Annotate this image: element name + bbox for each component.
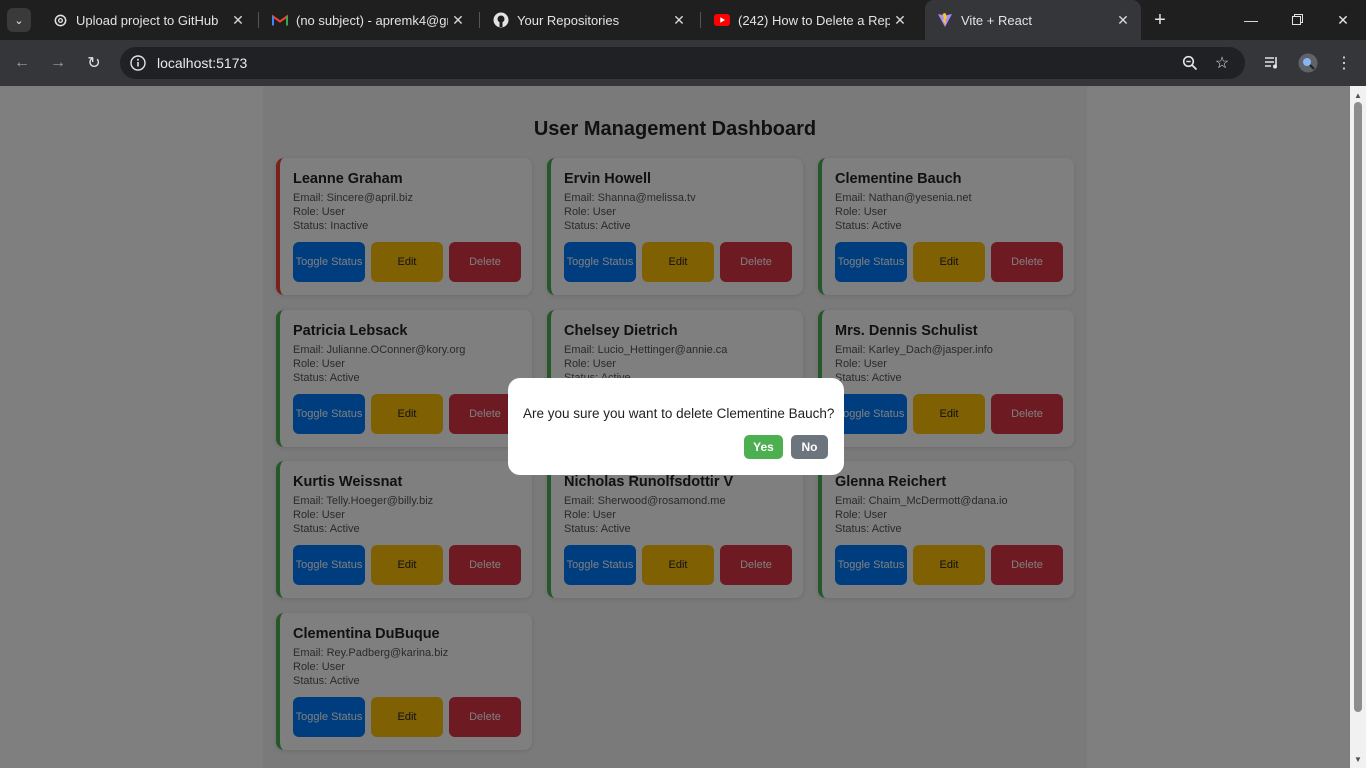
chevron-down-icon: ⌄ <box>14 14 24 27</box>
minimize-button[interactable]: — <box>1228 0 1274 40</box>
arrow-right-icon: → <box>50 54 66 71</box>
restore-button[interactable] <box>1274 0 1320 40</box>
gmail-icon <box>272 12 288 28</box>
openai-icon <box>52 12 68 28</box>
tab-vite-react[interactable]: Vite + React ✕ <box>925 0 1141 40</box>
youtube-icon <box>714 12 730 28</box>
tab-upload-project[interactable]: Upload project to GitHub ✕ <box>40 0 256 40</box>
close-icon[interactable]: ✕ <box>1113 10 1133 30</box>
confirm-delete-dialog: Are you sure you want to delete Clementi… <box>508 378 844 475</box>
tab-title: Vite + React <box>961 12 1032 28</box>
bookmark-star-icon[interactable]: ☆ <box>1211 52 1233 74</box>
window-close-button[interactable]: ✕ <box>1320 0 1366 40</box>
close-icon[interactable]: ✕ <box>890 10 910 30</box>
scroll-up-arrow-icon[interactable]: ▲ <box>1350 88 1366 102</box>
page-viewport: User Management Dashboard Leanne GrahamE… <box>0 86 1350 768</box>
github-icon <box>493 12 509 28</box>
zoom-icon[interactable] <box>1179 52 1201 74</box>
reload-button[interactable]: ↻ <box>82 51 106 75</box>
tab-title: (242) How to Delete a Repository <box>738 12 890 28</box>
more-options-icon[interactable]: ⋮ <box>1332 51 1356 75</box>
tab-title: (no subject) - apremk4@gmail.com <box>296 12 448 28</box>
restore-icon <box>1291 12 1303 28</box>
confirm-no-button[interactable]: No <box>791 435 828 459</box>
scroll-down-arrow-icon[interactable]: ▼ <box>1350 752 1366 766</box>
forward-button[interactable]: → <box>46 51 70 75</box>
tab-title: Upload project to GitHub <box>76 12 219 28</box>
new-tab-button[interactable]: + <box>1148 8 1172 32</box>
browser-toolbar: ← → ↻ localhost:5173 ☆ ⋮ <box>0 40 1366 86</box>
tab-youtube[interactable]: (242) How to Delete a Repository ✕ <box>702 0 918 40</box>
close-icon[interactable]: ✕ <box>448 10 468 30</box>
close-icon: ✕ <box>1337 11 1349 28</box>
confirm-yes-button[interactable]: Yes <box>744 435 783 459</box>
arrow-left-icon: ← <box>14 54 30 71</box>
site-info-icon[interactable] <box>126 51 150 75</box>
plus-icon: + <box>1154 8 1166 31</box>
page-scrollbar[interactable]: ▲ ▼ <box>1350 86 1366 768</box>
close-icon[interactable]: ✕ <box>228 10 248 30</box>
tab-github[interactable]: Your Repositories ✕ <box>481 0 697 40</box>
tab-search-button[interactable]: ⌄ <box>7 8 31 32</box>
address-bar[interactable]: localhost:5173 ☆ <box>120 47 1245 79</box>
confirm-message: Are you sure you want to delete Clementi… <box>523 406 835 421</box>
reload-icon: ↻ <box>87 55 101 72</box>
close-icon[interactable]: ✕ <box>669 10 689 30</box>
tab-gmail[interactable]: (no subject) - apremk4@gmail.com ✕ <box>260 0 476 40</box>
vite-icon <box>937 12 953 28</box>
tab-title: Your Repositories <box>517 12 620 28</box>
tab-strip: ⌄ Upload project to GitHub ✕ (no subject… <box>0 0 1366 40</box>
url-text: localhost:5173 <box>157 55 248 71</box>
back-button[interactable]: ← <box>10 51 34 75</box>
scrollbar-thumb[interactable] <box>1354 102 1362 712</box>
minimize-icon: — <box>1244 12 1258 28</box>
media-control-icon[interactable] <box>1260 51 1284 75</box>
profile-avatar[interactable] <box>1296 51 1320 75</box>
